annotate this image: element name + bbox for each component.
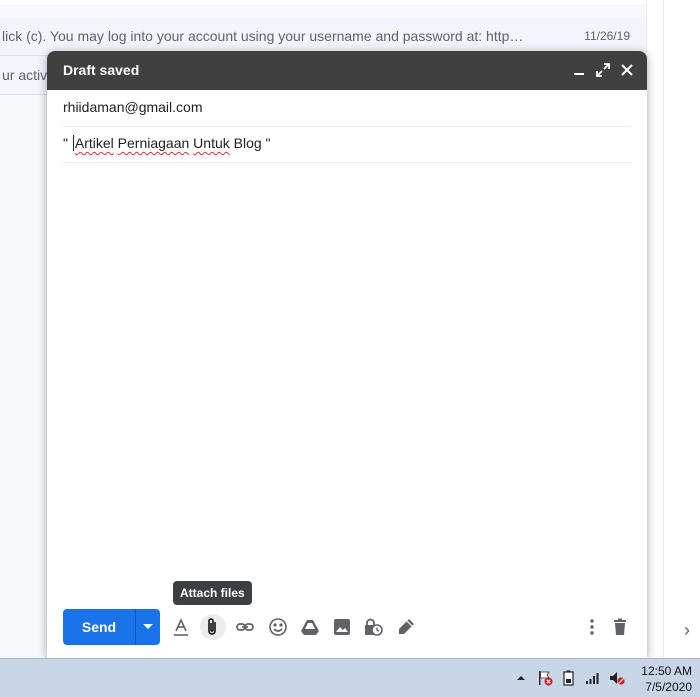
send-options-icon[interactable] xyxy=(135,609,160,645)
drive-icon[interactable] xyxy=(297,614,323,640)
formatting-icon[interactable] xyxy=(168,614,194,640)
photo-icon[interactable] xyxy=(329,614,355,640)
fullscreen-icon[interactable] xyxy=(593,60,613,80)
more-options-icon[interactable] xyxy=(579,614,605,640)
windows-taskbar: 12:50 AM 7/5/2020 xyxy=(0,658,700,697)
clock-date: 7/5/2020 xyxy=(645,680,692,694)
email-date: 11/26/19 xyxy=(584,29,630,43)
battery-icon[interactable] xyxy=(561,670,577,686)
text-cursor xyxy=(72,135,74,151)
subject-word: Untuk xyxy=(193,135,230,151)
side-panel xyxy=(646,0,700,658)
system-clock[interactable]: 12:50 AM 7/5/2020 xyxy=(641,663,692,695)
attach-files-tooltip: Attach files xyxy=(173,581,252,605)
inbox-top-strip xyxy=(0,0,646,4)
attach-icon[interactable] xyxy=(200,614,226,640)
discard-icon[interactable] xyxy=(607,614,633,640)
send-button[interactable]: Send xyxy=(63,609,135,645)
compose-window: Draft saved rhiidaman@gmail.com " Artike… xyxy=(47,51,647,658)
side-panel-divider xyxy=(663,0,664,658)
subject-value: " Artikel Perniagaan Untuk Blog " xyxy=(63,135,271,151)
emoji-icon[interactable] xyxy=(265,614,291,640)
subject-field[interactable]: " Artikel Perniagaan Untuk Blog " xyxy=(63,126,631,163)
subject-suffix: Blog " xyxy=(229,135,271,151)
compose-title: Draft saved xyxy=(63,62,140,78)
action-center-flag-icon[interactable] xyxy=(537,670,553,686)
email-snippet: ur activ xyxy=(2,67,48,83)
volume-muted-icon[interactable] xyxy=(609,670,625,686)
close-icon[interactable] xyxy=(617,60,637,80)
clock-time: 12:50 AM xyxy=(641,664,692,678)
expand-side-panel-icon[interactable]: › xyxy=(684,620,690,641)
email-snippet: lick (c). You may log into your account … xyxy=(2,28,524,44)
minimize-icon[interactable] xyxy=(569,60,589,80)
show-hidden-icons-icon[interactable] xyxy=(513,670,529,686)
subject-prefix: " xyxy=(63,135,72,151)
message-body[interactable] xyxy=(63,163,631,593)
to-field[interactable]: rhiidaman@gmail.com xyxy=(63,90,631,127)
network-signal-icon[interactable] xyxy=(585,670,601,686)
signature-icon[interactable] xyxy=(393,614,419,640)
recipient-email: rhiidaman@gmail.com xyxy=(63,99,203,115)
subject-word: Perniagaan xyxy=(117,135,190,151)
send-button-group: Send xyxy=(63,609,160,645)
subject-word: Artikel xyxy=(74,135,114,151)
compose-header[interactable]: Draft saved xyxy=(47,51,647,90)
confidential-icon[interactable] xyxy=(360,614,386,640)
link-icon[interactable] xyxy=(232,614,258,640)
